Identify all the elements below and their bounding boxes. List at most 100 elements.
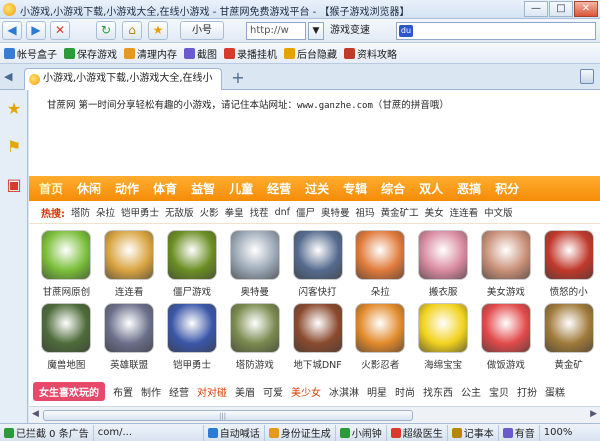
address-dropdown-button[interactable]: ▼ [308, 22, 324, 40]
favorites-button[interactable]: ★ [148, 21, 168, 40]
tool-item-3[interactable]: 截图 [184, 46, 217, 61]
horizontal-scrollbar[interactable]: ◀ ||| ▶ [29, 406, 600, 423]
game-thumbnail[interactable] [166, 303, 217, 353]
game-label[interactable]: 英雄联盟 [110, 357, 148, 371]
site-url[interactable]: www.ganzhe.com [297, 101, 373, 111]
menu-item-0[interactable]: 首页 [39, 180, 63, 197]
back-button[interactable]: ◀ [2, 21, 22, 40]
game-thumbnail[interactable] [543, 303, 594, 353]
game-label[interactable]: 地下城DNF [293, 357, 341, 371]
game-thumbnail[interactable] [480, 303, 531, 353]
close-button[interactable]: ✕ [574, 1, 598, 17]
tool-item-6[interactable]: 资料攻略 [344, 46, 397, 61]
status-tool-1[interactable]: 身份证生成 [265, 424, 336, 441]
game-card[interactable]: 英雄联盟 [98, 303, 161, 376]
game-card[interactable]: 搬衣服 [412, 230, 475, 303]
girls-link-1[interactable]: 制作 [141, 384, 161, 399]
address-input[interactable]: http://w [246, 22, 306, 40]
game-thumbnail[interactable] [229, 303, 280, 353]
trash-icon[interactable] [580, 69, 594, 84]
game-label[interactable]: 朵拉 [371, 284, 390, 298]
game-card[interactable]: 连连看 [98, 230, 161, 303]
game-card[interactable]: 海绵宝宝 [412, 303, 475, 376]
game-card[interactable]: 甘蔗网原创 [35, 230, 98, 303]
hot-link-1[interactable]: 朵拉 [96, 205, 115, 219]
scroll-left-icon[interactable]: ◀ [32, 409, 39, 419]
game-card[interactable]: 美女游戏 [474, 230, 537, 303]
girls-link-8[interactable]: 明星 [367, 384, 387, 399]
game-label[interactable]: 海绵宝宝 [424, 357, 462, 371]
game-label[interactable]: 黄金矿 [554, 357, 583, 371]
game-thumbnail[interactable] [104, 230, 155, 280]
game-card[interactable]: 塔防游戏 [223, 303, 286, 376]
menu-item-1[interactable]: 休闲 [77, 180, 101, 197]
game-card[interactable]: 闪客快打 [286, 230, 349, 303]
hot-link-11[interactable]: 黄金矿工 [381, 205, 419, 219]
hot-link-0[interactable]: 塔防 [71, 205, 90, 219]
menu-item-6[interactable]: 经营 [267, 180, 291, 197]
game-card[interactable]: 魔兽地图 [35, 303, 98, 376]
game-thumbnail[interactable] [229, 230, 280, 280]
hot-link-14[interactable]: 中文版 [484, 205, 513, 219]
minimize-button[interactable]: — [524, 1, 548, 17]
star-icon[interactable]: ★ [3, 98, 25, 120]
hot-link-12[interactable]: 美女 [425, 205, 444, 219]
game-thumbnail[interactable] [292, 303, 343, 353]
game-label[interactable]: 做饭游戏 [487, 357, 525, 371]
game-thumbnail[interactable] [166, 230, 217, 280]
game-label[interactable]: 搬衣服 [429, 284, 458, 298]
girls-link-7[interactable]: 冰淇淋 [329, 384, 359, 399]
game-label[interactable]: 塔防游戏 [236, 357, 274, 371]
menu-item-10[interactable]: 双人 [419, 180, 443, 197]
girls-link-9[interactable]: 时尚 [395, 384, 415, 399]
home-button[interactable]: ⌂ [122, 21, 142, 40]
game-card[interactable]: 火影忍者 [349, 303, 412, 376]
game-card[interactable]: 奥特曼 [223, 230, 286, 303]
status-tool-5[interactable]: 有音 [499, 424, 540, 441]
search-input[interactable]: du [396, 22, 596, 40]
stop-button[interactable]: ✕ [50, 21, 70, 40]
girls-link-11[interactable]: 公主 [461, 384, 481, 399]
game-thumbnail[interactable] [543, 230, 594, 280]
menu-item-12[interactable]: 积分 [495, 180, 519, 197]
girls-link-4[interactable]: 美眉 [235, 384, 255, 399]
girls-link-5[interactable]: 可爱 [263, 384, 283, 399]
menu-item-3[interactable]: 体育 [153, 180, 177, 197]
tab-active[interactable]: 小游戏,小游戏下载,小游戏大全,在线小 [24, 68, 222, 90]
status-tool-0[interactable]: 自动喊话 [204, 424, 265, 441]
game-thumbnail[interactable] [292, 230, 343, 280]
game-thumbnail[interactable] [41, 230, 92, 280]
tool-item-4[interactable]: 录播挂机 [224, 46, 277, 61]
hot-link-3[interactable]: 无敌版 [165, 205, 194, 219]
game-card[interactable]: 僵尸游戏 [161, 230, 224, 303]
search-engine-icon[interactable]: du [399, 25, 413, 37]
game-label[interactable]: 愤怒的小 [550, 284, 588, 298]
game-label[interactable]: 闪客快打 [299, 284, 337, 298]
flag-icon[interactable]: ⚑ [3, 136, 25, 158]
refresh-button[interactable]: ↻ [96, 21, 116, 40]
girls-link-3[interactable]: 对对碰 [197, 384, 227, 399]
tool-item-2[interactable]: 清理内存 [124, 46, 177, 61]
forward-button[interactable]: ▶ [26, 21, 46, 40]
hot-link-2[interactable]: 铠甲勇士 [121, 205, 159, 219]
hot-link-7[interactable]: dnf [275, 207, 290, 218]
scroll-right-icon[interactable]: ▶ [590, 409, 597, 419]
tab-scroll-left-icon[interactable]: ◀ [4, 70, 12, 83]
new-tab-button[interactable]: + [228, 69, 248, 87]
hot-link-5[interactable]: 拳皇 [225, 205, 244, 219]
game-card[interactable]: 地下城DNF [286, 303, 349, 376]
game-label[interactable]: 奥特曼 [240, 284, 269, 298]
game-label[interactable]: 美女游戏 [487, 284, 525, 298]
hot-link-4[interactable]: 火影 [200, 205, 219, 219]
menu-item-9[interactable]: 综合 [381, 180, 405, 197]
game-speed-button[interactable]: 游戏变速 [330, 22, 392, 40]
game-thumbnail[interactable] [41, 303, 92, 353]
game-card[interactable]: 做饭游戏 [474, 303, 537, 376]
game-label[interactable]: 魔兽地图 [47, 357, 85, 371]
game-thumbnail[interactable] [355, 303, 406, 353]
game-label[interactable]: 甘蔗网原创 [43, 284, 91, 298]
game-card[interactable]: 铠甲勇士 [161, 303, 224, 376]
game-thumbnail[interactable] [418, 303, 469, 353]
game-card[interactable]: 朵拉 [349, 230, 412, 303]
girls-games-tag[interactable]: 女生喜欢玩的 [33, 381, 105, 401]
